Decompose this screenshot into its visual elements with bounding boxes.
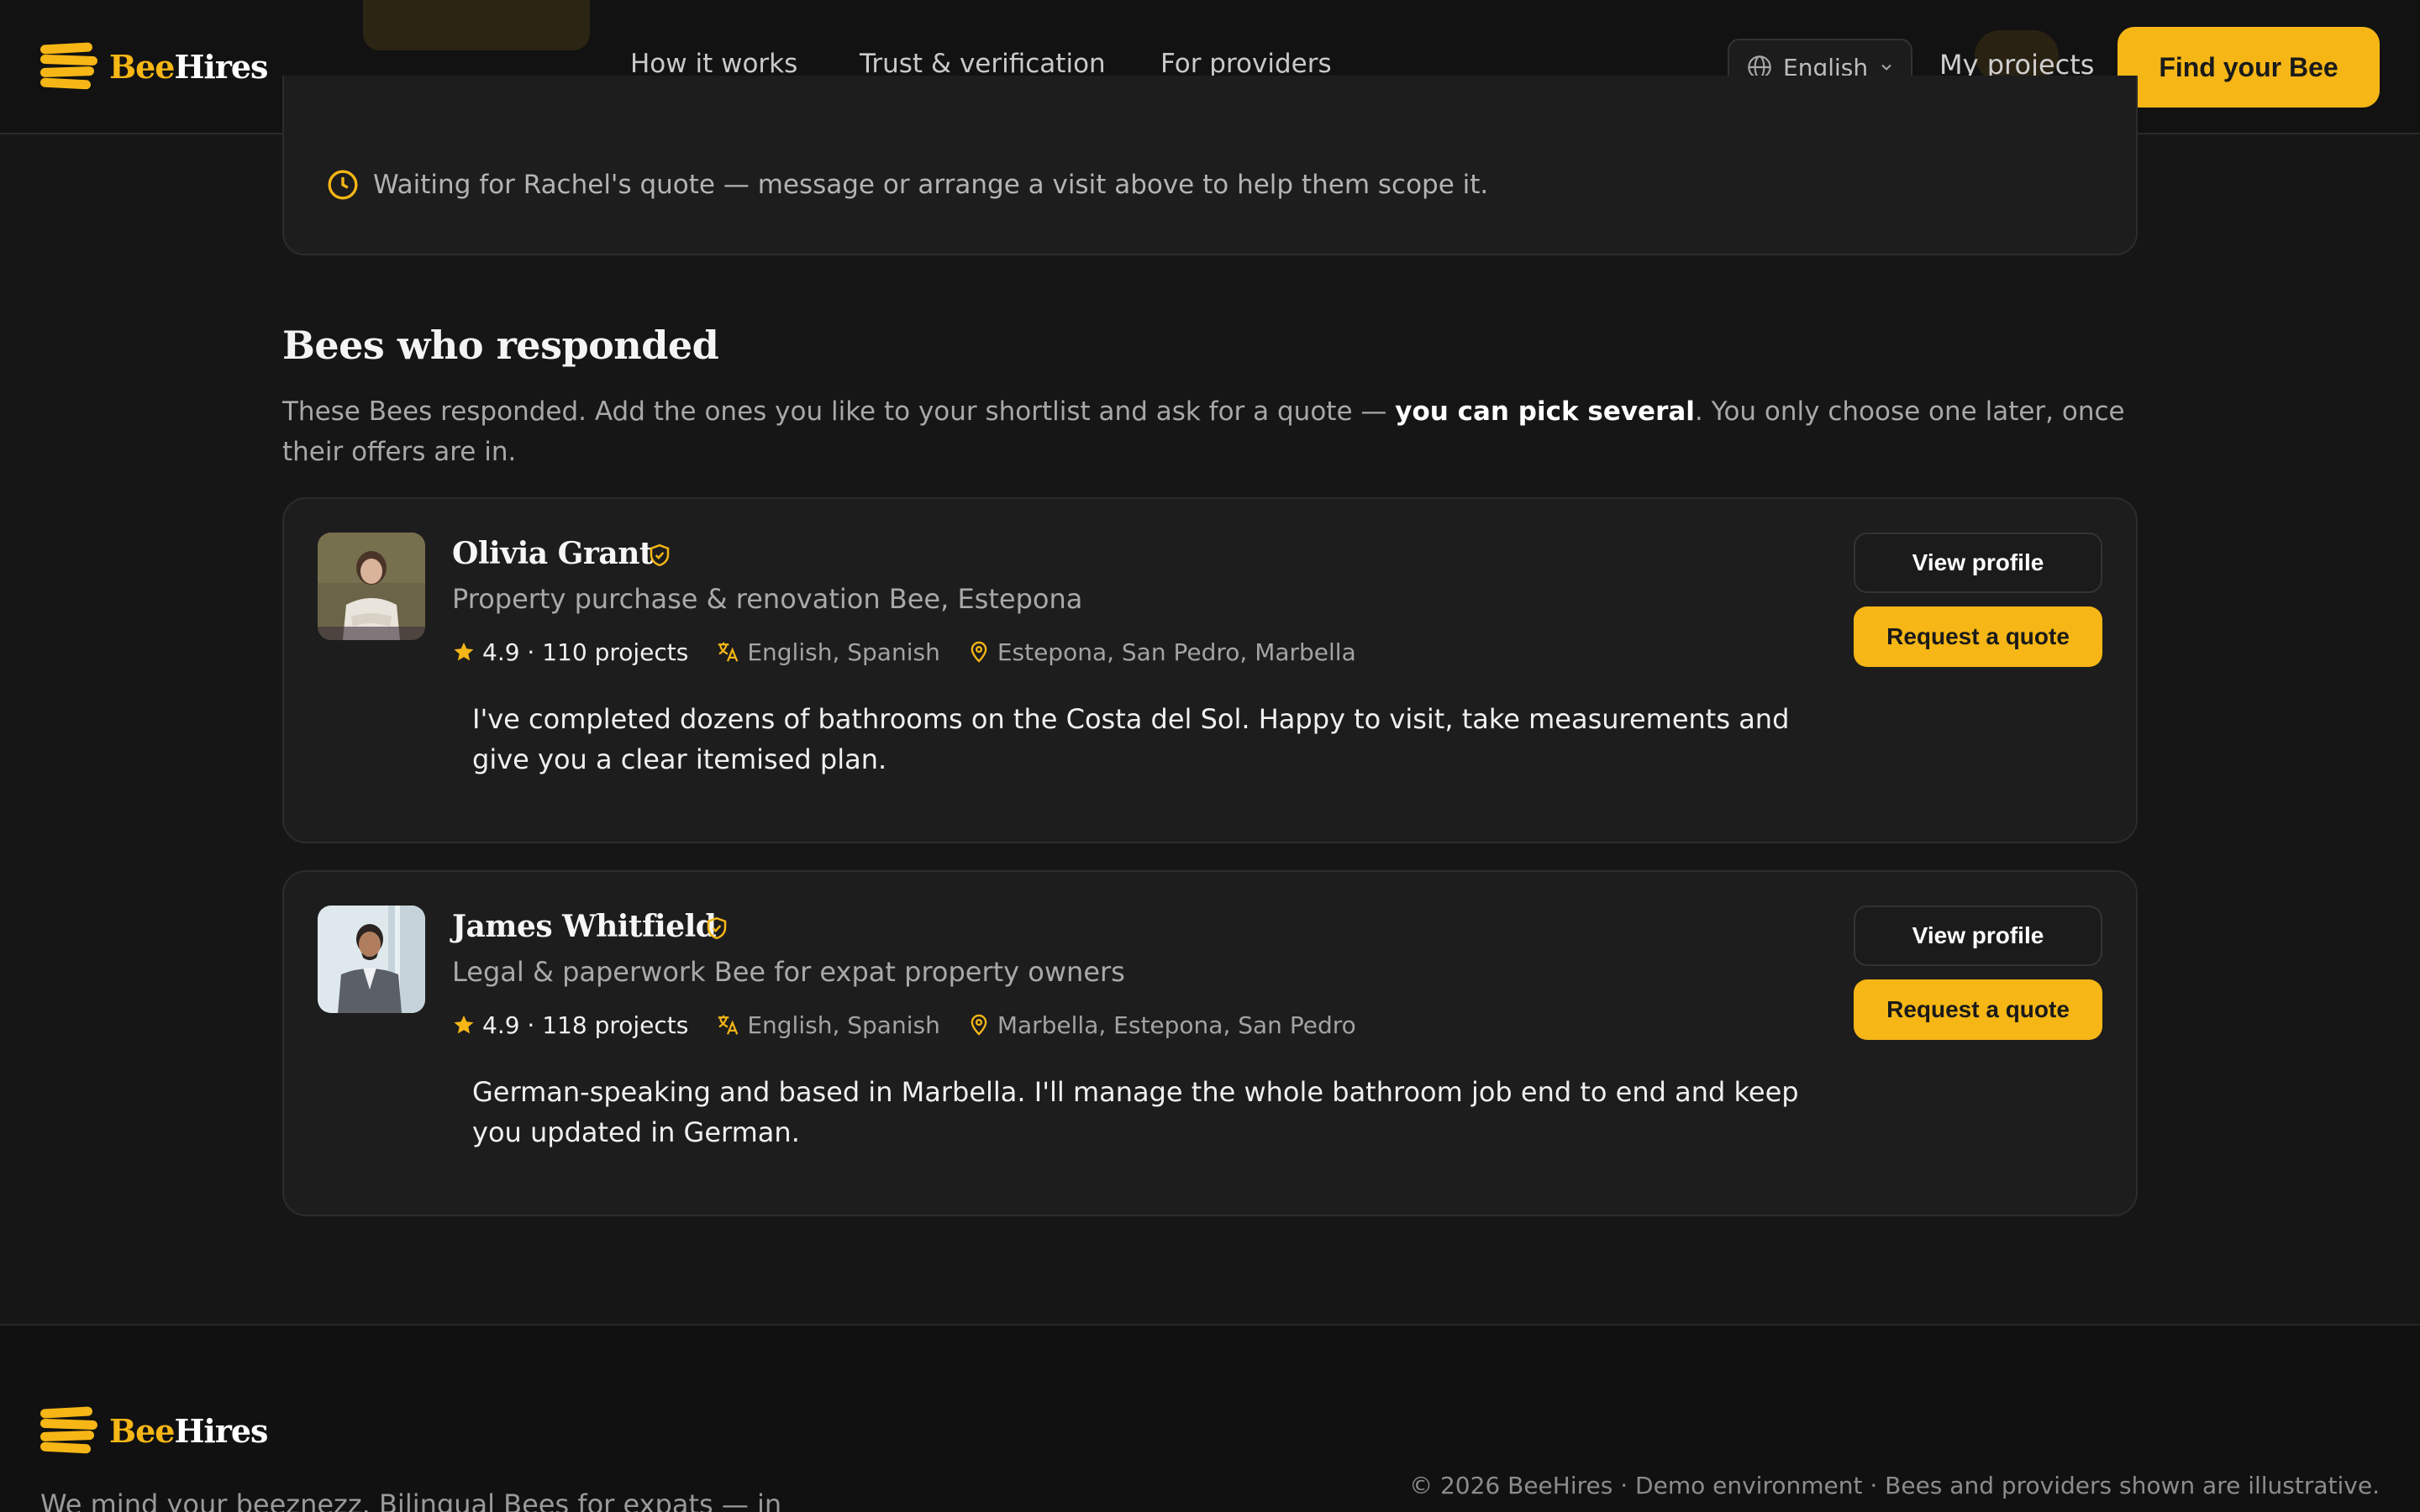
translate-icon (718, 1015, 739, 1035)
verified-shield-icon (650, 543, 670, 567)
logo-wordmark: BeeHires (109, 47, 268, 86)
bee-areas: Estepona, San Pedro, Marbella (997, 638, 1356, 666)
bee-languages: English, Spanish (747, 1011, 940, 1039)
location-pin-icon (971, 1014, 987, 1036)
view-profile-button[interactable]: View profile (1854, 906, 2102, 966)
bee-response-message: German-speaking and based in Marbella. I… (472, 1076, 1799, 1148)
footer-logo[interactable]: BeeHires (39, 1406, 268, 1455)
request-quote-button[interactable]: Request a quote (1854, 979, 2102, 1040)
quote-status-text: Waiting for Rachel's quote — message or … (373, 170, 1489, 200)
section-description: These Bees responded. Add the ones you l… (282, 396, 2125, 467)
bee-logo-icon (39, 1406, 98, 1455)
chevron-down-icon (1881, 64, 1891, 71)
section-title: Bees who responded (282, 323, 719, 368)
header-logo[interactable]: BeeHires (39, 42, 268, 91)
translate-icon (718, 642, 739, 662)
bee-logo-icon (39, 42, 98, 91)
bee-meta: 4.9 · 110 projects English, Spanish Este… (452, 635, 1356, 669)
bee-role: Legal & paperwork Bee for expat property… (452, 956, 1125, 988)
bee-rating: 4.9 · 118 projects (482, 1011, 689, 1039)
nav-for-providers[interactable]: For providers (1160, 49, 1332, 79)
scrolled-under-button (363, 0, 590, 50)
bee-card: Olivia Grant Property purchase & renovat… (282, 497, 2138, 843)
bee-name: James Whitfield (452, 909, 717, 944)
bee-rating: 4.9 · 110 projects (482, 638, 689, 666)
star-icon (454, 642, 474, 661)
verified-shield-icon (707, 916, 727, 940)
star-icon (454, 1015, 474, 1034)
request-quote-button[interactable]: Request a quote (1854, 606, 2102, 667)
view-profile-button[interactable]: View profile (1854, 533, 2102, 593)
location-pin-icon (971, 641, 987, 663)
clock-icon (328, 170, 358, 200)
avatar (318, 533, 425, 640)
bee-areas: Marbella, Estepona, San Pedro (997, 1011, 1356, 1039)
nav-how-it-works[interactable]: How it works (630, 49, 797, 79)
footer-copyright: © 2026 BeeHires · Demo environment · Bee… (1409, 1472, 2380, 1499)
bee-name: Olivia Grant (452, 536, 654, 571)
avatar (318, 906, 425, 1013)
site-footer: BeeHires We mind your beeznezz. Bilingua… (0, 1324, 2420, 1512)
logo-wordmark: BeeHires (109, 1411, 268, 1450)
footer-tagline: We mind your beeznezz. Bilingual Bees fo… (40, 1488, 782, 1512)
quote-status-card: Waiting for Rachel's quote — message or … (282, 76, 2138, 255)
find-your-bee-button[interactable]: Find your Bee (2118, 27, 2380, 108)
bee-languages: English, Spanish (747, 638, 940, 666)
bee-card: James Whitfield Legal & paperwork Bee fo… (282, 870, 2138, 1216)
nav-trust-verification[interactable]: Trust & verification (860, 49, 1106, 79)
bee-meta: 4.9 · 118 projects English, Spanish Marb… (452, 1008, 1356, 1042)
bee-response-message: I've completed dozens of bathrooms on th… (472, 703, 1790, 775)
bee-role: Property purchase & renovation Bee, Este… (452, 583, 1083, 615)
